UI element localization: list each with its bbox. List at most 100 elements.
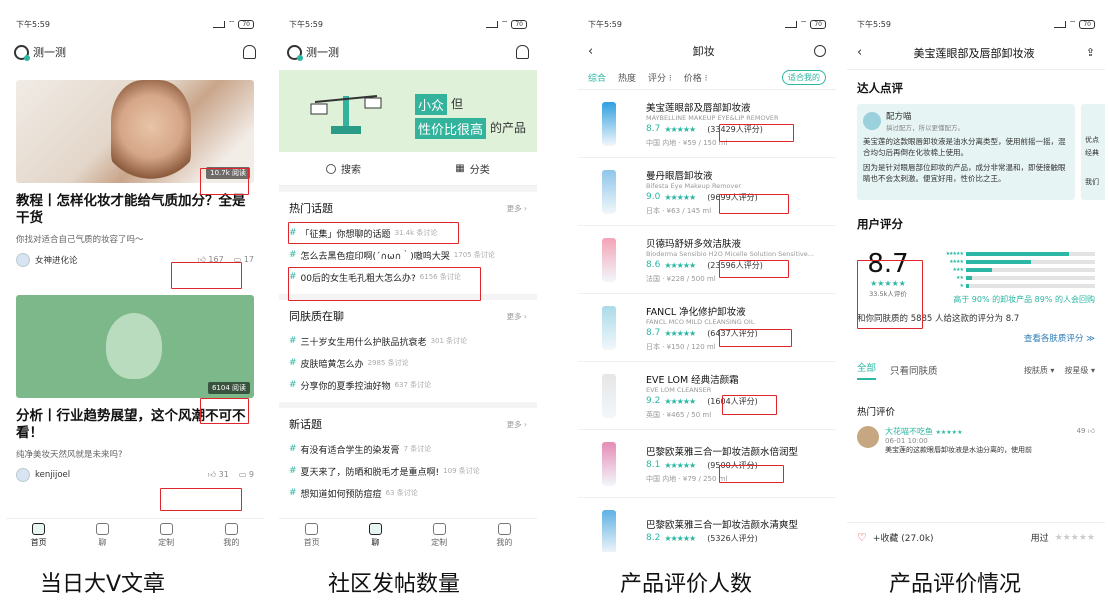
- product-item[interactable]: 美宝莲眼部及唇部卸妆液 MAYBELLINE MAKEUP EYE&LIP REM…: [578, 90, 836, 158]
- topic-item[interactable]: # 皮肤暗黄怎么办 2985 条讨论: [289, 352, 527, 374]
- topic-item[interactable]: # 三十岁女生用什么护肤品抗衰老 301 条讨论: [289, 330, 527, 352]
- product-item[interactable]: 巴黎欧莱雅三合一卸妆洁颜水倍润型 8.1 ★★★★★ (9500人评分) 中国 内地 ·…: [578, 430, 836, 498]
- read-count-badge: 6104 阅读: [207, 382, 250, 394]
- like-count[interactable]: 👍︎ 31: [208, 470, 229, 480]
- share-icon[interactable]: ⇪: [1086, 46, 1095, 59]
- avatar[interactable]: [16, 468, 30, 482]
- tab-home[interactable]: 首页: [304, 523, 320, 548]
- author-name[interactable]: kenjijoel: [35, 470, 70, 480]
- expert-review-card[interactable]: 配方喵 搞过配方，所以更懂配方。 美宝莲的这款眼唇卸妆液是油水分离类型，使用前摇一…: [857, 104, 1075, 200]
- topic-item[interactable]: # 有没有适合学生的染发膏 7 条讨论: [289, 438, 527, 460]
- product-english-name: MAYBELLINE MAKEUP EYE&LIP REMOVER: [646, 113, 779, 122]
- rating-count: (5326人评分): [707, 533, 758, 543]
- app-logo-icon: [287, 44, 303, 61]
- battery-icon: 70: [238, 19, 254, 29]
- filter-comprehensive[interactable]: 综合: [588, 71, 606, 84]
- filter-price[interactable]: 价格 ⁝: [684, 71, 708, 84]
- tab-me[interactable]: 我的: [496, 523, 512, 548]
- app-header: 测一测: [6, 36, 264, 68]
- star-rating: ★★★★★: [664, 396, 696, 406]
- tab-home[interactable]: 首页: [31, 523, 47, 548]
- back-arrow-icon[interactable]: ‹: [857, 45, 862, 60]
- topic-item[interactable]: # 想知道如何预防痘痘 63 条讨论: [289, 482, 527, 504]
- app-header: 测一测: [279, 36, 537, 68]
- sort-by-skin[interactable]: 按肤质 ▾: [1024, 365, 1055, 376]
- battery-icon: 70: [810, 19, 826, 29]
- thumb-up-icon: 👍︎: [207, 470, 217, 479]
- product-list: 美宝莲眼部及唇部卸妆液 MAYBELLINE MAKEUP EYE&LIP REM…: [578, 90, 836, 552]
- tab-custom[interactable]: 定制: [431, 523, 447, 548]
- back-arrow-icon[interactable]: ‹: [588, 44, 593, 59]
- hot-review[interactable]: 大花喵不吃鱼 ★★★★★ 49 👍︎ 06-01 10:00 美宝莲的这款眼唇卸妆液是…: [847, 418, 1105, 455]
- filter-score[interactable]: 评分 ⁝: [648, 71, 672, 84]
- topic-item[interactable]: # 夏天来了，防晒和脱毛才是重点啊! 109 条讨论: [289, 460, 527, 482]
- bell-icon[interactable]: [243, 45, 256, 59]
- bottom-tab-bar: 首页 聊 定制 我的: [279, 518, 537, 552]
- status-bar: 下午5:59 ⌔ 70: [279, 12, 537, 36]
- status-bar: 下午5:59 ⌔ 70: [847, 12, 1105, 36]
- tab-me[interactable]: 我的: [223, 523, 239, 548]
- caption: 产品评价情况: [889, 572, 1022, 597]
- app-name: 测一测: [33, 46, 66, 59]
- search-button[interactable]: 搜索: [279, 152, 408, 185]
- tab-all[interactable]: 全部: [857, 360, 877, 380]
- promo-banner[interactable]: 小众 但 性价比很高 的产品: [279, 70, 537, 152]
- product-item[interactable]: FANCL 净化修护卸妆液 FANCL MCO MILD CLEANSING OI…: [578, 294, 836, 362]
- favorite-button[interactable]: +收藏 (27.0k): [873, 531, 934, 544]
- product-item[interactable]: 曼丹眼唇卸妆液 Bifesta Eye Makeup Remover 9.0 ★★★★…: [578, 158, 836, 226]
- topic-item[interactable]: # 分享你的夏季控油好物 637 条讨论: [289, 374, 527, 396]
- tab-same-skin[interactable]: 只看同肤质: [890, 363, 938, 377]
- product-name: 贝德玛舒妍多效洁肤液: [646, 238, 742, 250]
- rating-stars-input[interactable]: ★★★★★: [1055, 533, 1095, 543]
- product-name: 巴黎欧莱雅三合一卸妆洁颜水清爽型: [646, 519, 799, 531]
- app-logo-icon: [14, 44, 30, 61]
- avatar[interactable]: [16, 253, 30, 267]
- product-name: 美宝莲眼部及唇部卸妆液: [646, 102, 751, 114]
- bell-icon[interactable]: [516, 45, 529, 59]
- more-link[interactable]: 更多 ›: [507, 419, 527, 430]
- used-button[interactable]: 用过: [1031, 531, 1049, 544]
- topic-item[interactable]: # 怎么去黑色痘印啊(´∩ω∩｀)嗷呜大哭 1705 条讨论: [289, 244, 527, 266]
- article-card[interactable]: 6104 阅读 分析丨行业趋势展望，这个风潮不可不看！ 纯净美妆天然风就是未来吗…: [6, 295, 264, 482]
- author-name[interactable]: 女神进化论: [35, 254, 78, 266]
- product-image: [584, 96, 634, 152]
- more-link[interactable]: 更多 ›: [507, 311, 527, 322]
- search-icon: [326, 163, 336, 174]
- section-title: 达人点评: [857, 81, 903, 95]
- heart-icon[interactable]: ♡: [857, 531, 867, 544]
- star-rating: ★★★★★: [664, 124, 696, 134]
- category-button[interactable]: ▦ 分类: [408, 152, 537, 185]
- product-score: 9.0: [646, 192, 661, 202]
- product-item[interactable]: 贝德玛舒妍多效洁肤液 Bioderma Sensibio H2O Micelle …: [578, 226, 836, 294]
- search-icon[interactable]: [813, 45, 826, 57]
- app-logo[interactable]: 测一测: [14, 44, 66, 61]
- product-image: [584, 232, 634, 288]
- product-item[interactable]: 巴黎欧莱雅三合一卸妆洁颜水清爽型 8.2 ★★★★★ (5326人评分): [578, 498, 836, 552]
- sort-by-star[interactable]: 按星级 ▾: [1064, 365, 1095, 376]
- article-image[interactable]: 6104 阅读: [16, 295, 254, 398]
- article-subtitle: 纯净美妆天然风就是未来吗?: [16, 450, 123, 460]
- avatar: [863, 112, 881, 130]
- signal-icon: [485, 20, 498, 28]
- suitable-for-me-button[interactable]: 适合我的: [782, 70, 826, 85]
- grid-icon: ▦: [455, 163, 465, 174]
- topic-section: 新话题 更多 › # 有没有适合学生的染发膏 7 条讨论 # 夏天来了，防晒和脱毛才是重…: [279, 408, 537, 504]
- article-title[interactable]: 教程丨怎样化妆才能给气质加分？全是干货: [16, 193, 254, 227]
- app-logo[interactable]: 测一测: [287, 44, 339, 61]
- like-count[interactable]: 49 👍︎: [1077, 426, 1095, 437]
- tab-custom[interactable]: 定制: [158, 523, 174, 548]
- highlight-box: [160, 488, 242, 511]
- status-time: 下午5:59: [16, 19, 50, 29]
- tab-chat[interactable]: 聊: [368, 523, 382, 548]
- filter-popularity[interactable]: 热度: [618, 71, 636, 84]
- product-english-name: Bioderma Sensibio H2O Micelle Solution S…: [646, 249, 814, 258]
- more-link[interactable]: 更多 ›: [507, 203, 527, 214]
- tab-chat[interactable]: 聊: [95, 523, 109, 548]
- comment-count[interactable]: ▭ 9: [239, 470, 254, 480]
- signal-icon: [212, 20, 225, 28]
- next-review-card[interactable]: 优点 经典 我们: [1081, 104, 1105, 200]
- product-name: 曼丹眼唇卸妆液: [646, 170, 713, 182]
- product-item[interactable]: EVE LOM 经典洁颜霜 EVE LOM CLEANSER 9.2 ★★★★★ (16…: [578, 362, 836, 430]
- user-icon: [224, 523, 238, 535]
- wifi-icon: ⌔: [799, 19, 808, 28]
